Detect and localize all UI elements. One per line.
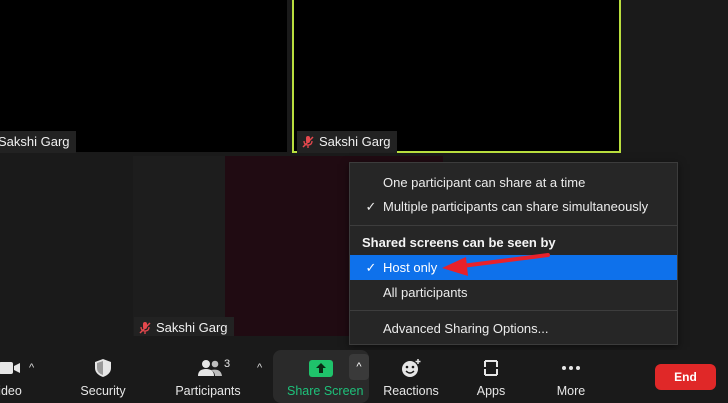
reactions-label: Reactions [383,384,439,398]
menu-divider [350,310,677,311]
menu-item-label: One participant can share at a time [383,175,586,190]
menu-item-all-participants[interactable]: All participants [350,280,677,305]
share-screen-icon [309,360,333,377]
more-dots-icon [560,358,582,378]
apps-button[interactable]: Apps [466,350,516,403]
end-meeting-button[interactable]: End [655,364,716,390]
participant-nametag: Sakshi Garg [297,131,397,153]
menu-item-multiple-participants[interactable]: ✓ Multiple participants can share simult… [350,194,677,219]
checkmark-icon: ✓ [365,199,377,214]
menu-item-label: Multiple participants can share simultan… [383,199,649,214]
apps-label: Apps [476,384,506,398]
smiley-add-icon [400,358,422,378]
mic-muted-icon [301,135,315,149]
video-tile-top-left: Sakshi Garg [0,0,287,153]
menu-item-label: Host only [383,260,438,275]
participant-nametag: Sakshi Garg [0,131,76,153]
video-button[interactable]: ideo [0,350,30,403]
security-label: Security [80,384,126,398]
menu-item-label: Advanced Sharing Options... [383,321,549,336]
participant-name: Sakshi Garg [319,134,391,149]
participants-options-caret-icon[interactable]: ^ [257,362,262,374]
more-label: More [556,384,586,398]
menu-divider [350,225,677,226]
share-options-caret-icon[interactable]: ^ [349,354,369,380]
participants-count-badge: 3 [224,358,231,370]
security-button[interactable]: Security [74,350,132,403]
participant-name: Sakshi Garg [0,134,70,149]
annotation-arrow-icon [442,253,550,276]
video-camera-icon [0,358,21,378]
reactions-button[interactable]: Reactions [380,350,442,403]
menu-item-one-participant[interactable]: One participant can share at a time [350,170,677,195]
participants-label: Participants [175,384,241,398]
participant-name: Sakshi Garg [156,320,228,335]
shield-icon [92,358,114,378]
menu-item-advanced-sharing[interactable]: Advanced Sharing Options... [350,316,677,341]
menu-item-label: All participants [383,285,468,300]
checkmark-icon: ✓ [365,260,377,275]
participant-nametag: Sakshi Garg [134,317,234,336]
more-button[interactable]: More [546,350,596,403]
mic-muted-icon [138,321,152,335]
video-options-caret-icon[interactable]: ^ [29,362,34,374]
participants-button[interactable]: Participants [172,350,244,403]
participants-icon [197,358,222,378]
share-screen-label: Share Screen [287,384,364,398]
apps-icon [480,358,502,378]
video-tile-active-speaker: Sakshi Garg [292,0,621,153]
video-label: ideo [0,384,22,398]
